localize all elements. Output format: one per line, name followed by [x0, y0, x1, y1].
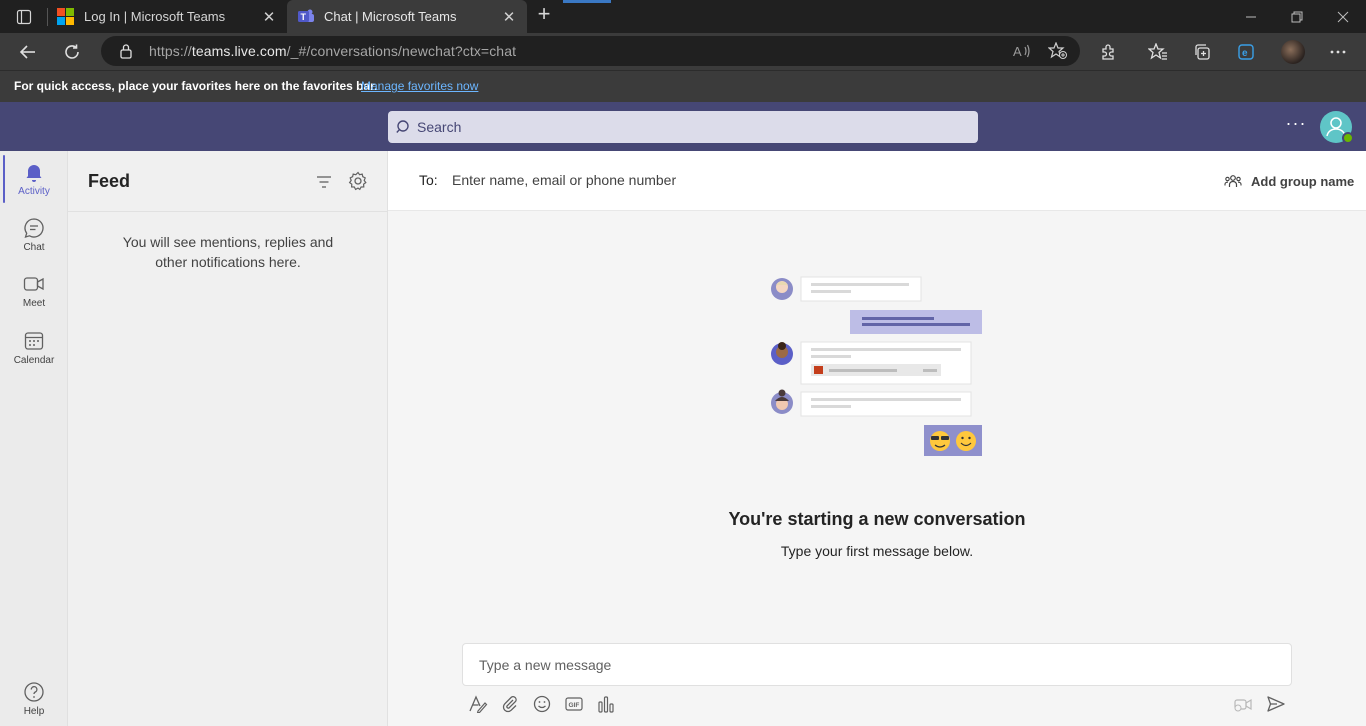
teams-header: Search ··· [0, 102, 1366, 151]
format-icon[interactable] [466, 692, 490, 716]
tab-actions-icon[interactable] [10, 6, 38, 28]
url-prefix: https:// [149, 43, 192, 59]
conversation-illustration [771, 276, 982, 456]
bell-icon [23, 161, 45, 183]
help-icon [23, 681, 45, 703]
minimize-icon[interactable] [1228, 0, 1274, 33]
microsoft-logo-icon [57, 8, 74, 25]
manage-favorites-link[interactable]: Manage favorites now [361, 79, 478, 93]
favorites-bar-message: For quick access, place your favorites h… [14, 79, 378, 93]
gif-icon[interactable]: GIF [562, 692, 586, 716]
favorites-bar: For quick access, place your favorites h… [0, 70, 1366, 102]
collections-icon[interactable] [1190, 40, 1214, 64]
feed-title: Feed [88, 171, 131, 191]
video-camera-icon [23, 273, 45, 295]
teams-logo-icon: T [297, 8, 314, 25]
new-chat-header: To: Add group name [388, 151, 1366, 211]
rail-label: Help [23, 706, 45, 717]
address-bar-row: https://teams.live.com/_#/conversations/… [0, 33, 1366, 70]
svg-text:e: e [1242, 48, 1248, 59]
svg-text:GIF: GIF [569, 702, 580, 709]
rail-label: Meet [22, 298, 46, 309]
more-options-icon[interactable] [1326, 40, 1350, 64]
emoji-icon[interactable] [530, 692, 554, 716]
tab-title: Chat | Microsoft Teams [324, 9, 457, 24]
restore-icon[interactable] [1274, 0, 1320, 33]
activity-feed-panel: Feed You will see mentions, replies and … [68, 151, 388, 726]
filter-icon[interactable] [313, 171, 335, 193]
rail-item-meet[interactable]: Meet [0, 263, 68, 319]
close-window-icon[interactable] [1320, 0, 1366, 33]
rail-item-help[interactable]: Help [0, 671, 68, 726]
app-rail: Activity Chat Meet Calendar Help [0, 151, 68, 726]
browser-tab-strip: Log In | Microsoft Teams ✕ T Chat | Micr… [0, 0, 1366, 33]
tab-indicator [563, 0, 611, 3]
rail-label: Calendar [13, 355, 55, 366]
to-label: To: [419, 172, 438, 188]
new-tab-icon[interactable]: + [533, 3, 555, 26]
profile-avatar[interactable] [1281, 40, 1305, 64]
rail-item-activity[interactable]: Activity [0, 151, 68, 207]
presence-available-icon [1342, 132, 1354, 144]
message-composer[interactable] [462, 643, 1292, 686]
favorites-icon[interactable] [1146, 40, 1170, 64]
tab-title: Log In | Microsoft Teams [84, 9, 226, 24]
search-icon [396, 119, 412, 140]
attach-icon[interactable] [498, 692, 522, 716]
chat-body: You're starting a new conversation Type … [388, 211, 1366, 726]
send-icon[interactable] [1264, 692, 1288, 716]
read-aloud-icon[interactable]: A [1011, 41, 1033, 61]
lock-icon[interactable] [119, 43, 133, 64]
url-text: https://teams.live.com/_#/conversations/… [149, 43, 516, 59]
message-input[interactable] [479, 655, 1259, 675]
people-group-icon [1224, 175, 1242, 187]
tab-chat[interactable]: T Chat | Microsoft Teams ✕ [287, 0, 527, 33]
rail-label: Chat [23, 242, 45, 253]
extensions-icon[interactable] [1097, 40, 1121, 64]
url-field[interactable]: https://teams.live.com/_#/conversations/… [101, 36, 1080, 66]
calendar-icon [23, 330, 45, 352]
user-avatar[interactable] [1320, 111, 1354, 144]
add-group-name-button[interactable]: Add group name [1224, 170, 1354, 192]
search-placeholder: Search [417, 119, 462, 135]
url-path: /_#/conversations/newchat?ctx=chat [286, 43, 517, 59]
svg-text:A: A [1013, 44, 1022, 59]
recipient-input[interactable] [452, 170, 952, 190]
add-group-name-label: Add group name [1251, 173, 1355, 189]
tab-login[interactable]: Log In | Microsoft Teams ✕ [47, 0, 287, 33]
close-tab-icon[interactable]: ✕ [259, 8, 279, 26]
conversation-title: You're starting a new conversation [728, 509, 1026, 529]
poll-icon[interactable] [594, 692, 618, 716]
rail-label: Activity [18, 186, 50, 197]
chat-icon [23, 217, 45, 239]
feed-header: Feed [68, 151, 387, 212]
add-favorite-icon[interactable] [1047, 41, 1069, 61]
url-host: teams.live.com [191, 43, 287, 59]
svg-text:T: T [301, 12, 307, 22]
conversation-subtitle: Type your first message below. [780, 543, 974, 559]
rail-item-chat[interactable]: Chat [0, 207, 68, 263]
rail-item-calendar[interactable]: Calendar [0, 320, 68, 376]
schedule-meeting-icon [1231, 692, 1255, 716]
edge-sidebar-icon[interactable]: e [1234, 40, 1258, 64]
refresh-icon[interactable] [58, 38, 86, 66]
feed-empty-message: You will see mentions, replies and other… [122, 234, 334, 270]
search-box[interactable]: Search [388, 111, 978, 143]
back-icon[interactable] [14, 38, 42, 66]
settings-more-icon[interactable]: ··· [1284, 114, 1308, 138]
close-tab-icon[interactable]: ✕ [499, 8, 519, 26]
gear-icon[interactable] [347, 170, 369, 192]
